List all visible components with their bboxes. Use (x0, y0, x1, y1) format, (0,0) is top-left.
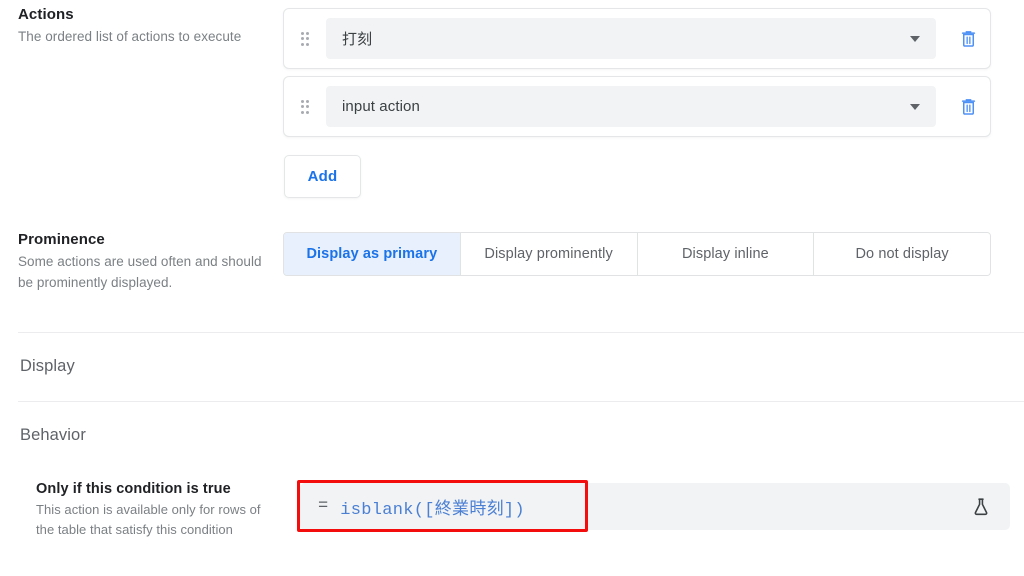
delete-action-button-0[interactable] (946, 29, 990, 48)
drag-dots (300, 31, 310, 46)
action-row[interactable]: input action (283, 76, 991, 137)
trash-icon (961, 99, 975, 115)
test-formula-button[interactable] (966, 496, 996, 517)
section-header-display[interactable]: Display (20, 357, 75, 376)
prominence-option-display-inline[interactable]: Display inline (637, 233, 815, 275)
prominence-option-display-prominently[interactable]: Display prominently (460, 233, 638, 275)
condition-formula-value: isblank([終業時刻]) (340, 500, 525, 520)
chevron-down-icon (910, 103, 920, 110)
condition-label-group: Only if this condition is true This acti… (36, 481, 271, 540)
condition-title: Only if this condition is true (36, 481, 231, 497)
prominence-title: Prominence (18, 231, 105, 248)
action-select-1[interactable]: input action (326, 86, 936, 127)
prominence-option-display-as-primary[interactable]: Display as primary (284, 233, 461, 275)
action-select-value-1: input action (342, 98, 420, 115)
section-header-behavior[interactable]: Behavior (20, 426, 86, 445)
action-select-value-0: 打刻 (342, 31, 373, 48)
divider-above-display (18, 332, 1024, 333)
condition-description: This action is available only for rows o… (36, 502, 261, 537)
actions-description: The ordered list of actions to execute (18, 29, 242, 44)
prominence-option-do-not-display[interactable]: Do not display (814, 233, 990, 275)
drag-handle-icon[interactable] (284, 99, 326, 114)
delete-action-button-1[interactable] (946, 97, 990, 116)
action-select-0[interactable]: 打刻 (326, 18, 936, 59)
action-editor-panel: Actions The ordered list of actions to e… (0, 0, 1024, 576)
prominence-segmented-control[interactable]: Display as primary Display prominently D… (283, 232, 991, 276)
prominence-description: Some actions are used often and should b… (18, 254, 262, 290)
equals-sign: = (318, 497, 329, 516)
actions-label-group: Actions The ordered list of actions to e… (18, 6, 268, 47)
chevron-down-icon (910, 35, 920, 42)
prominence-label-group: Prominence Some actions are used often a… (18, 231, 268, 293)
add-action-button[interactable]: Add (284, 155, 361, 198)
drag-handle-icon[interactable] (284, 31, 326, 46)
actions-title: Actions (18, 6, 74, 23)
drag-dots (300, 99, 310, 114)
action-row[interactable]: 打刻 (283, 8, 991, 69)
condition-formula-input[interactable]: = isblank([終業時刻]) (300, 483, 1010, 530)
divider-above-behavior (18, 401, 1024, 402)
trash-icon (961, 31, 975, 47)
flask-icon (974, 498, 988, 516)
